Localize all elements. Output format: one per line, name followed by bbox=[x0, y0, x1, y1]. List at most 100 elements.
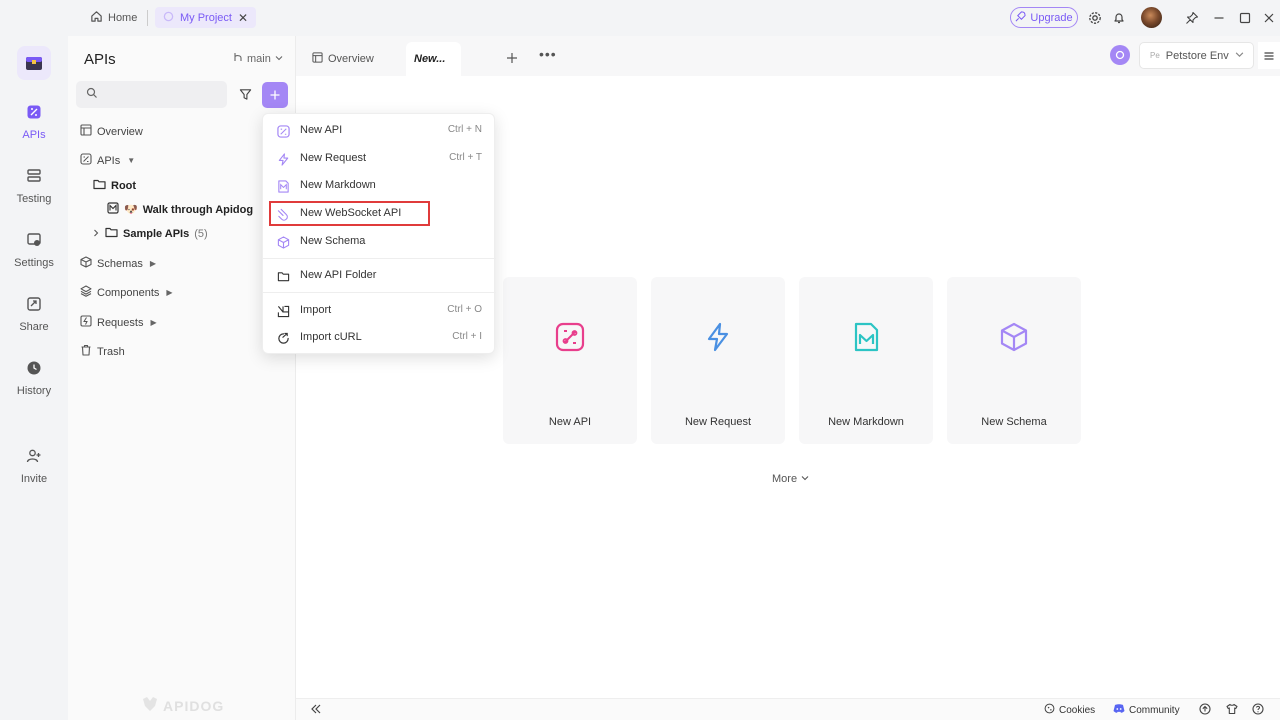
menu-label-new-schema: New Schema bbox=[300, 235, 366, 247]
more-link[interactable]: More bbox=[772, 473, 809, 485]
more-label: More bbox=[772, 473, 798, 485]
menu-item-import-curl[interactable]: Import cURL Ctrl + I bbox=[263, 326, 496, 350]
project-logo[interactable] bbox=[17, 46, 51, 80]
title-bar: Home My Project ✕ Upgrade bbox=[0, 0, 1280, 36]
trash-icon bbox=[80, 344, 92, 359]
community-button[interactable]: Community bbox=[1113, 703, 1180, 717]
search-input[interactable] bbox=[104, 87, 224, 102]
tree-label-components: Components bbox=[97, 286, 160, 299]
apis-icon bbox=[26, 104, 42, 123]
sidebar-search[interactable] bbox=[76, 81, 227, 108]
rail-label-testing: Testing bbox=[16, 193, 52, 205]
search-icon bbox=[86, 87, 98, 102]
home-tab[interactable]: Home bbox=[90, 9, 137, 27]
menu-shortcut-import-curl: Ctrl + I bbox=[452, 331, 482, 342]
tree-item-apis[interactable]: APIs ▼ bbox=[80, 153, 135, 168]
new-schema-card[interactable]: New Schema bbox=[947, 277, 1081, 444]
menu-item-new-request[interactable]: New Request Ctrl + T bbox=[263, 147, 496, 171]
new-tab-button[interactable] bbox=[506, 48, 518, 69]
chevron-down-icon bbox=[1235, 50, 1244, 62]
titlebar-divider bbox=[147, 10, 148, 26]
tree-item-walkthrough[interactable]: 🐶 Walk through Apidog bbox=[107, 202, 253, 217]
hamburger-icon bbox=[1264, 51, 1274, 60]
close-icon[interactable]: ✕ bbox=[238, 11, 248, 25]
folder-icon bbox=[276, 269, 290, 283]
shirt-icon[interactable] bbox=[1226, 703, 1238, 715]
menu-item-import[interactable]: Import Ctrl + O bbox=[263, 299, 496, 323]
plus-icon bbox=[270, 90, 280, 100]
pin-icon[interactable] bbox=[1183, 9, 1201, 27]
rail-item-share[interactable]: Share bbox=[0, 296, 68, 333]
websocket-highlight-box bbox=[269, 201, 430, 226]
new-request-card[interactable]: New Request bbox=[651, 277, 785, 444]
tree-item-overview[interactable]: Overview bbox=[80, 124, 143, 139]
menu-item-new-api[interactable]: New API Ctrl + N bbox=[263, 119, 496, 143]
env-name: Petstore Env bbox=[1165, 49, 1229, 62]
tree-item-schemas[interactable]: Schemas ▶ bbox=[80, 256, 156, 271]
menu-item-new-markdown[interactable]: New Markdown bbox=[263, 174, 496, 198]
tab-new[interactable]: New... bbox=[406, 42, 462, 76]
tab-new-label: New... bbox=[414, 53, 446, 65]
menu-label-new-request: New Request bbox=[300, 152, 367, 164]
apidog-watermark: APIDOG bbox=[141, 696, 224, 715]
chevron-right-icon[interactable] bbox=[92, 228, 100, 240]
card-label-new-schema: New Schema bbox=[981, 416, 1047, 428]
chevron-down-icon bbox=[275, 53, 283, 65]
menu-shortcut-new-request: Ctrl + T bbox=[449, 152, 482, 163]
settings-gear-icon[interactable] bbox=[1086, 9, 1104, 27]
collapse-sidebar-button[interactable] bbox=[310, 702, 322, 718]
home-icon bbox=[90, 10, 103, 26]
layers-icon bbox=[80, 285, 92, 300]
minimize-icon[interactable] bbox=[1210, 9, 1228, 27]
upgrade-button[interactable]: Upgrade bbox=[1010, 7, 1078, 28]
api-icon bbox=[554, 321, 586, 353]
tree-label-requests: Requests bbox=[97, 316, 144, 329]
rail-item-settings[interactable]: Settings bbox=[0, 232, 68, 269]
rail-label-history: History bbox=[16, 385, 52, 397]
plus-icon bbox=[507, 53, 517, 63]
project-tab[interactable]: My Project ✕ bbox=[155, 7, 257, 28]
env-badge: Pe bbox=[1150, 51, 1160, 60]
tree-label-sample-apis: Sample APIs bbox=[123, 227, 190, 240]
new-api-card[interactable]: New API bbox=[503, 277, 637, 444]
tree-item-trash[interactable]: Trash bbox=[80, 344, 125, 359]
rail-item-invite[interactable]: Invite bbox=[0, 448, 68, 485]
cookies-button[interactable]: Cookies bbox=[1044, 703, 1095, 717]
history-icon bbox=[26, 360, 42, 379]
menu-item-new-schema[interactable]: New Schema bbox=[263, 230, 496, 254]
env-sync-icon[interactable] bbox=[1110, 45, 1130, 65]
tree-label-trash: Trash bbox=[97, 345, 125, 358]
caret-down-icon: ▼ bbox=[127, 156, 136, 165]
new-markdown-card[interactable]: New Markdown bbox=[799, 277, 933, 444]
tabs-more-button[interactable]: ••• bbox=[539, 46, 557, 62]
tree-item-components[interactable]: Components ▶ bbox=[80, 285, 173, 300]
tree-item-sample-apis[interactable]: Sample APIs (5) bbox=[92, 226, 208, 241]
tree-item-requests[interactable]: Requests ▶ bbox=[80, 315, 157, 330]
window-close-icon[interactable] bbox=[1260, 9, 1278, 27]
rail-label-invite: Invite bbox=[20, 473, 48, 485]
user-avatar[interactable] bbox=[1141, 7, 1162, 28]
notification-bell-icon[interactable] bbox=[1110, 9, 1128, 27]
maximize-icon[interactable] bbox=[1236, 9, 1254, 27]
upload-icon[interactable] bbox=[1199, 703, 1211, 715]
tree-item-root[interactable]: Root bbox=[93, 178, 136, 193]
help-icon[interactable] bbox=[1252, 703, 1264, 715]
rail-item-apis[interactable]: APIs bbox=[0, 104, 68, 141]
env-menu-button[interactable] bbox=[1258, 42, 1280, 69]
branch-selector[interactable]: main bbox=[233, 52, 283, 65]
environment-select[interactable]: Pe Petstore Env bbox=[1139, 42, 1254, 69]
card-label-new-api: New API bbox=[548, 416, 592, 428]
menu-item-new-api-folder[interactable]: New API Folder bbox=[263, 264, 496, 288]
testing-icon bbox=[26, 168, 42, 187]
menu-divider bbox=[263, 258, 496, 259]
add-button[interactable] bbox=[262, 82, 288, 108]
filter-button[interactable] bbox=[233, 82, 257, 106]
tab-overview[interactable]: Overview bbox=[312, 42, 374, 76]
rail-item-testing[interactable]: Testing bbox=[0, 168, 68, 205]
rail-item-history[interactable]: History bbox=[0, 360, 68, 397]
share-icon bbox=[26, 296, 42, 315]
discord-icon bbox=[1113, 703, 1125, 717]
markdown-doc-icon bbox=[107, 202, 119, 217]
cube-icon bbox=[276, 235, 290, 249]
tree-label-overview: Overview bbox=[97, 125, 143, 138]
